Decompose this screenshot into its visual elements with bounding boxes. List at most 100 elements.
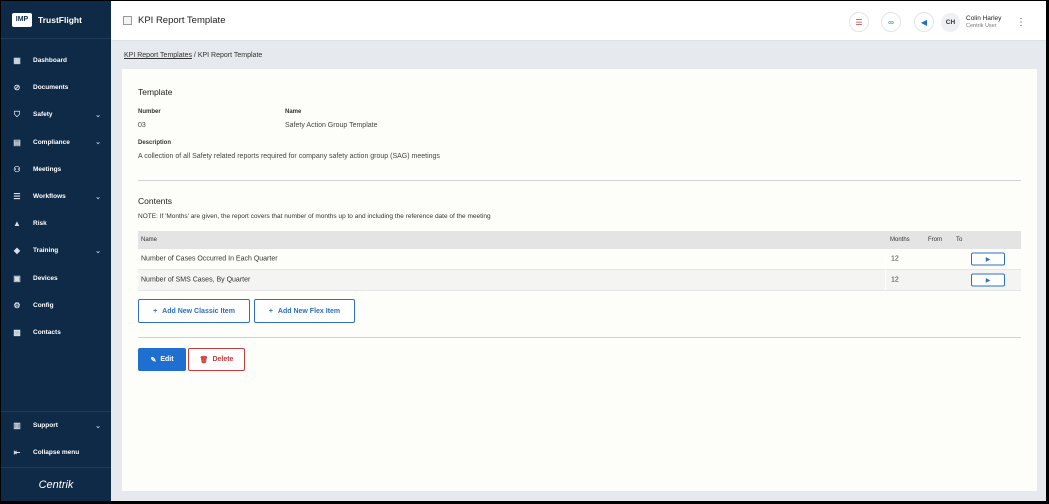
sidebar-bottom: ▥ Support ⌄ ⇤ Collapse menu	[1, 411, 111, 466]
trash-icon: 🗑	[199, 356, 209, 364]
book-icon: ▥	[13, 421, 21, 430]
sidebar-item-label: Documents	[33, 84, 69, 92]
sidebar-item-label: Dashboard	[33, 57, 67, 65]
paperclip-icon: ⊘	[13, 83, 21, 93]
add-flex-item-button[interactable]: + Add New Flex Item	[254, 299, 355, 323]
sidebar: IMP TrustFlight ▦ Dashboard ⊘ Documents …	[1, 1, 111, 501]
name-value: Safety Action Group Template	[285, 122, 378, 129]
sidebar-item-meetings[interactable]: ⚇ Meetings	[1, 156, 111, 183]
contacts-icon: ▩	[13, 327, 21, 337]
row-months: 12	[891, 276, 899, 284]
sidebar-item-devices[interactable]: ▣ Devices	[1, 265, 111, 292]
sidebar-item-label: Compliance	[33, 138, 70, 146]
collapse-icon: ⇤	[13, 448, 21, 457]
sidebar-item-support[interactable]: ▥ Support ⌄	[1, 412, 111, 439]
more-options-icon[interactable]: ⋮	[1014, 12, 1028, 32]
user-role: Centrik User	[966, 23, 997, 30]
megaphone-icon[interactable]: ◀	[914, 12, 934, 32]
chevron-down-icon: ⌄	[95, 193, 101, 201]
play-icon: ▶	[985, 256, 991, 263]
add-flex-item-label: Add New Flex Item	[277, 307, 341, 315]
column-header-from: From	[928, 237, 942, 243]
cell-divider	[885, 249, 886, 269]
link-icon[interactable]: ∞	[881, 12, 901, 32]
add-classic-item-button[interactable]: + Add New Classic Item	[138, 299, 250, 323]
user-name: Colin Harley	[966, 14, 1002, 22]
plus-icon: +	[153, 307, 158, 315]
description-value: A collection of all Safety related repor…	[138, 153, 440, 160]
sidebar-item-workflows[interactable]: ☰ Workflows ⌄	[1, 183, 111, 210]
sidebar-item-risk[interactable]: ▲ Risk	[1, 210, 111, 237]
warning-icon: ▲	[13, 219, 21, 229]
breadcrumb-current: KPI Report Template	[197, 52, 263, 59]
edit-icon: ✎	[150, 356, 157, 364]
number-value: 03	[138, 122, 146, 129]
column-header-name: Name	[141, 237, 158, 243]
people-icon: ⚇	[13, 164, 21, 174]
shield-icon: ⛉	[14, 109, 20, 119]
collapse-menu-label: Collapse menu	[33, 449, 80, 456]
add-classic-item-label: Add New Classic Item	[162, 307, 235, 315]
delete-button[interactable]: 🗑 Delete	[188, 348, 245, 371]
delete-label: Delete	[212, 356, 234, 363]
breadcrumb: KPI Report Templates / KPI Report Templa…	[124, 52, 262, 59]
sidebar-item-label: Risk	[33, 220, 47, 228]
sidebar-item-label: Devices	[33, 274, 58, 282]
breadcrumb-parent-link[interactable]: KPI Report Templates	[124, 52, 192, 59]
sidebar-item-label: Workflows	[33, 193, 66, 201]
sidebar-item-label: Config	[33, 301, 54, 309]
app-window: IMP TrustFlight ▦ Dashboard ⊘ Documents …	[1, 1, 1046, 501]
table-row: Number of Cases Occurred In Each Quarter…	[138, 249, 1021, 270]
template-section-title: Template	[138, 87, 173, 97]
sidebar-item-dashboard[interactable]: ▦ Dashboard	[1, 47, 111, 74]
chevron-down-icon: ⌄	[95, 247, 101, 255]
description-label: Description	[138, 140, 172, 146]
contents-table: Name Months From To Number of Cases Occu…	[138, 231, 1021, 291]
chevron-down-icon: ⌄	[95, 422, 101, 430]
avatar: CH	[941, 12, 960, 32]
run-report-button[interactable]: ▶	[971, 252, 1005, 266]
devices-icon: ▣	[13, 273, 21, 283]
column-header-to: To	[956, 237, 963, 243]
page-title: KPI Report Template	[123, 15, 225, 26]
contents-section-title: Contents	[138, 196, 173, 206]
cell-divider	[885, 270, 886, 290]
sidebar-item-label: Meetings	[33, 165, 62, 173]
workflow-icon: ☰	[13, 192, 21, 202]
user-info: Colin Harley Centrik User	[966, 15, 1001, 29]
gears-icon: ⚙	[13, 300, 21, 310]
plus-icon: +	[268, 307, 273, 315]
run-report-button[interactable]: ▶	[971, 273, 1005, 287]
user-menu[interactable]: CH Colin Harley Centrik User	[941, 12, 1001, 32]
sidebar-item-compliance[interactable]: ▤ Compliance ⌄	[1, 129, 111, 156]
chevron-down-icon: ⌄	[95, 111, 101, 119]
chevron-down-icon: ⌄	[95, 139, 101, 147]
name-label: Name	[285, 109, 302, 115]
edit-button[interactable]: ✎ Edit	[138, 348, 186, 371]
sidebar-nav: ▦ Dashboard ⊘ Documents ⛉ Safety ⌄ ▤ Com…	[1, 47, 111, 346]
sidebar-item-documents[interactable]: ⊘ Documents	[1, 74, 111, 101]
sidebar-item-config[interactable]: ⚙ Config	[1, 292, 111, 319]
table-header: Name Months From To	[138, 231, 1021, 249]
sidebar-item-label: Safety	[33, 111, 53, 119]
sidebar-item-contacts[interactable]: ▩ Contacts	[1, 319, 111, 346]
row-months: 12	[891, 255, 899, 263]
stacked-bars-icon[interactable]: ☰	[849, 12, 869, 32]
centrik-logo: Centrik	[1, 467, 111, 501]
contents-note: NOTE: If 'Months' are given, the report …	[138, 213, 491, 220]
breadcrumb-separator: /	[193, 52, 196, 59]
sidebar-item-safety[interactable]: ⛉ Safety ⌄	[1, 101, 111, 128]
row-name: Number of SMS Cases, By Quarter	[141, 276, 251, 284]
sidebar-item-label: Training	[33, 247, 59, 255]
table-row: Number of SMS Cases, By Quarter 12 ▶	[138, 270, 1021, 291]
divider	[138, 337, 1021, 338]
sidebar-item-label: Contacts	[33, 328, 61, 336]
sidebar-item-training[interactable]: ◆ Training ⌄	[1, 237, 111, 264]
edit-label: Edit	[160, 356, 174, 363]
brand-name: TrustFlight	[38, 14, 82, 25]
collapse-menu-button[interactable]: ⇤ Collapse menu	[1, 439, 111, 466]
graduation-cap-icon: ◆	[13, 246, 21, 256]
brand[interactable]: IMP TrustFlight	[1, 1, 111, 39]
template-card: Template Number 03 Name Safety Action Gr…	[122, 69, 1037, 491]
dashboard-icon: ▦	[13, 56, 21, 66]
